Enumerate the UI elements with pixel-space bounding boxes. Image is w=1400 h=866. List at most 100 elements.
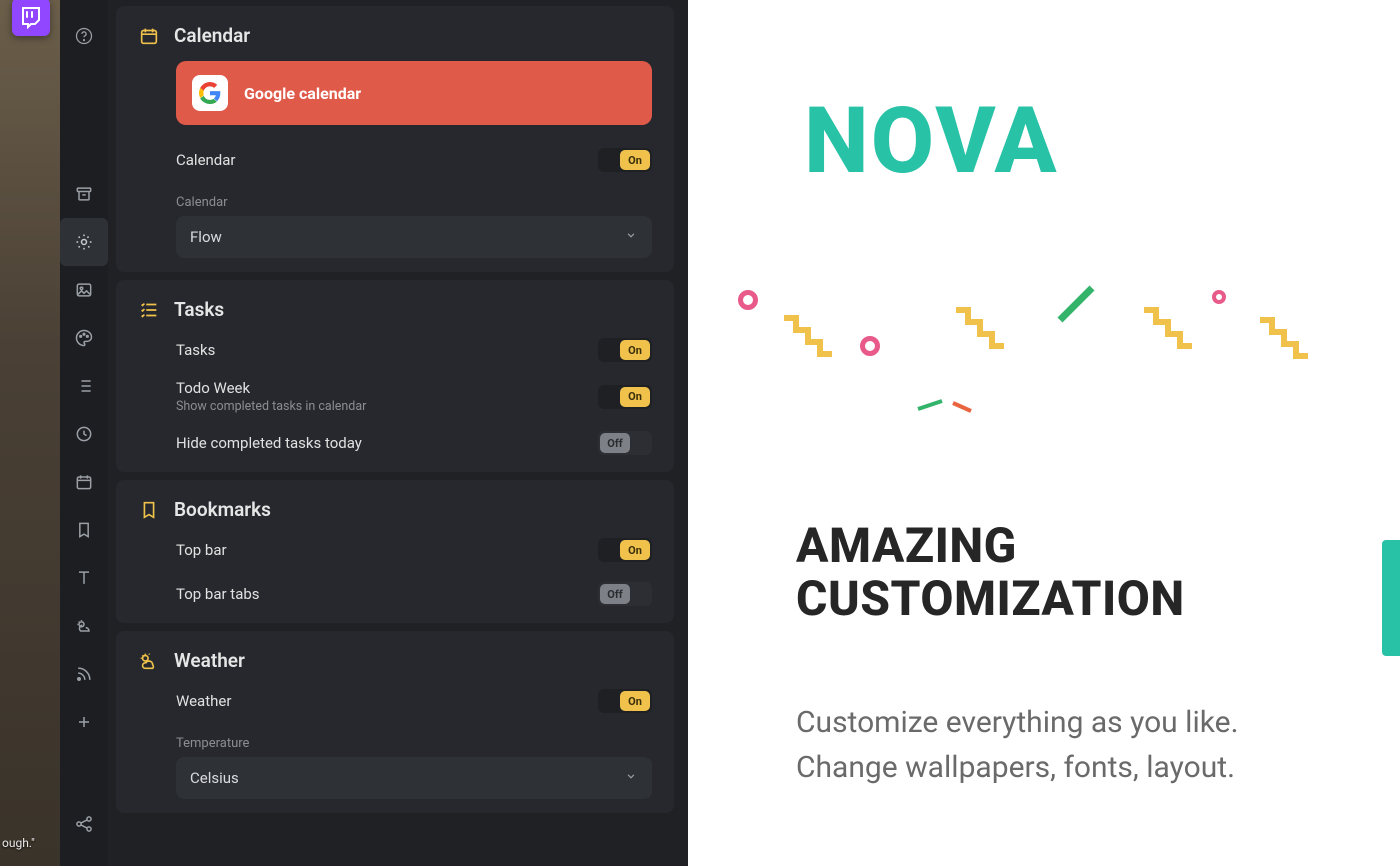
- decoration-line: [948, 398, 976, 410]
- field-temperature-unit: Temperature Celsius: [176, 730, 652, 799]
- toggle-todo-week[interactable]: On: [598, 385, 652, 409]
- decoration-zigzag: [954, 306, 1024, 356]
- promo-panel: NOVA AMAZING CUSTOMIZATION Customize eve…: [688, 0, 1400, 866]
- row-weather-enable: Weather On: [176, 686, 652, 716]
- decoration-zigzag: [1142, 306, 1212, 356]
- promo-headline-line1: AMAZING: [796, 520, 1185, 573]
- toggle-state: Off: [600, 433, 630, 453]
- toggle-calendar[interactable]: On: [598, 148, 652, 172]
- select-value: Flow: [190, 228, 222, 246]
- clock-icon: [74, 424, 94, 444]
- field-label: Temperature: [176, 736, 652, 751]
- row-label: Weather: [176, 692, 231, 710]
- nav-help[interactable]: [60, 12, 108, 60]
- nav-weather[interactable]: [60, 602, 108, 650]
- select-calendar-style[interactable]: Flow: [176, 216, 652, 258]
- sidebar-nav: [60, 0, 108, 866]
- section-weather: Weather Weather On Temperature Celsius: [116, 631, 674, 813]
- toggle-state: On: [620, 340, 650, 360]
- toggle-state: Off: [600, 584, 630, 604]
- section-title: Calendar: [174, 24, 250, 47]
- toggle-tasks[interactable]: On: [598, 338, 652, 362]
- promo-brand: NOVA: [804, 88, 1059, 195]
- weather-icon: [138, 650, 160, 672]
- row-sublabel: Show completed tasks in calendar: [176, 399, 366, 414]
- nav-palette[interactable]: [60, 314, 108, 362]
- row-label: Calendar: [176, 151, 236, 169]
- row-label: Todo Week: [176, 379, 366, 397]
- section-title: Bookmarks: [174, 498, 271, 521]
- decoration-line: [1054, 282, 1098, 330]
- wallpaper-caption: ough.": [2, 836, 35, 850]
- decoration-circle: [738, 290, 758, 310]
- section-header-calendar: Calendar: [116, 6, 674, 61]
- nav-settings[interactable]: [60, 218, 108, 266]
- decoration-zigzag: [782, 314, 852, 364]
- section-header-tasks: Tasks: [116, 280, 674, 335]
- archive-icon: [74, 184, 94, 204]
- section-tasks: Tasks Tasks On Todo Week Show completed …: [116, 280, 674, 472]
- decoration-zigzag: [1258, 316, 1328, 366]
- toggle-top-bar-tabs[interactable]: Off: [598, 582, 652, 606]
- google-logo-icon: [192, 75, 228, 111]
- section-bookmarks: Bookmarks Top bar On Top bar tabs Off: [116, 480, 674, 623]
- promo-headline-line2: CUSTOMIZATION: [796, 573, 1185, 626]
- rss-icon: [74, 664, 94, 684]
- row-hide-completed: Hide completed tasks today Off: [176, 428, 652, 458]
- nav-image[interactable]: [60, 266, 108, 314]
- connect-google-calendar-label: Google calendar: [244, 84, 361, 103]
- text-icon: [74, 568, 94, 588]
- bookmark-icon: [138, 499, 160, 521]
- section-calendar: Calendar Google calendar Calendar On Cal: [116, 6, 674, 272]
- calendar-icon: [138, 25, 160, 47]
- toggle-hide-completed[interactable]: Off: [598, 431, 652, 455]
- select-temperature-unit[interactable]: Celsius: [176, 757, 652, 799]
- calendar-icon: [74, 472, 94, 492]
- wallpaper-background: ough.": [0, 0, 60, 866]
- nav-archive[interactable]: [60, 170, 108, 218]
- bookmark-icon: [74, 520, 94, 540]
- plus-icon: [74, 712, 94, 732]
- chevron-down-icon: [624, 769, 638, 787]
- row-label: Top bar tabs: [176, 585, 260, 603]
- list-icon: [74, 376, 94, 396]
- nav-add[interactable]: [60, 698, 108, 746]
- select-value: Celsius: [190, 769, 239, 787]
- settings-panel: Calendar Google calendar Calendar On Cal: [108, 0, 688, 866]
- promo-body: Customize everything as you like. Change…: [796, 700, 1316, 790]
- section-header-bookmarks: Bookmarks: [116, 480, 674, 535]
- nav-share[interactable]: [60, 800, 108, 848]
- nav-list[interactable]: [60, 362, 108, 410]
- row-calendar-enable: Calendar On: [176, 145, 652, 175]
- toggle-state: On: [620, 150, 650, 170]
- gear-icon: [74, 232, 94, 252]
- toggle-top-bar[interactable]: On: [598, 538, 652, 562]
- section-title: Tasks: [174, 298, 224, 321]
- image-icon: [74, 280, 94, 300]
- nav-clock[interactable]: [60, 410, 108, 458]
- chevron-down-icon: [624, 228, 638, 246]
- weather-icon: [74, 616, 94, 636]
- row-label: Top bar: [176, 541, 227, 559]
- help-icon: [74, 26, 94, 46]
- nav-calendar[interactable]: [60, 458, 108, 506]
- connect-google-calendar-button[interactable]: Google calendar: [176, 61, 652, 125]
- nav-rss[interactable]: [60, 650, 108, 698]
- row-todo-week: Todo Week Show completed tasks in calend…: [176, 379, 652, 414]
- row-top-bar-tabs: Top bar tabs Off: [176, 579, 652, 609]
- field-label: Calendar: [176, 195, 652, 210]
- toggle-state: On: [620, 387, 650, 407]
- palette-icon: [74, 328, 94, 348]
- row-label: Hide completed tasks today: [176, 434, 362, 452]
- share-icon: [74, 814, 94, 834]
- twitch-badge[interactable]: [12, 0, 50, 36]
- promo-headline: AMAZING CUSTOMIZATION: [796, 520, 1185, 626]
- field-calendar-style: Calendar Flow: [176, 189, 652, 258]
- decoration-line: [916, 396, 944, 408]
- section-header-weather: Weather: [116, 631, 674, 686]
- nav-bookmark[interactable]: [60, 506, 108, 554]
- toggle-weather[interactable]: On: [598, 689, 652, 713]
- decoration-circle: [1212, 290, 1226, 304]
- section-title: Weather: [174, 649, 245, 672]
- nav-text[interactable]: [60, 554, 108, 602]
